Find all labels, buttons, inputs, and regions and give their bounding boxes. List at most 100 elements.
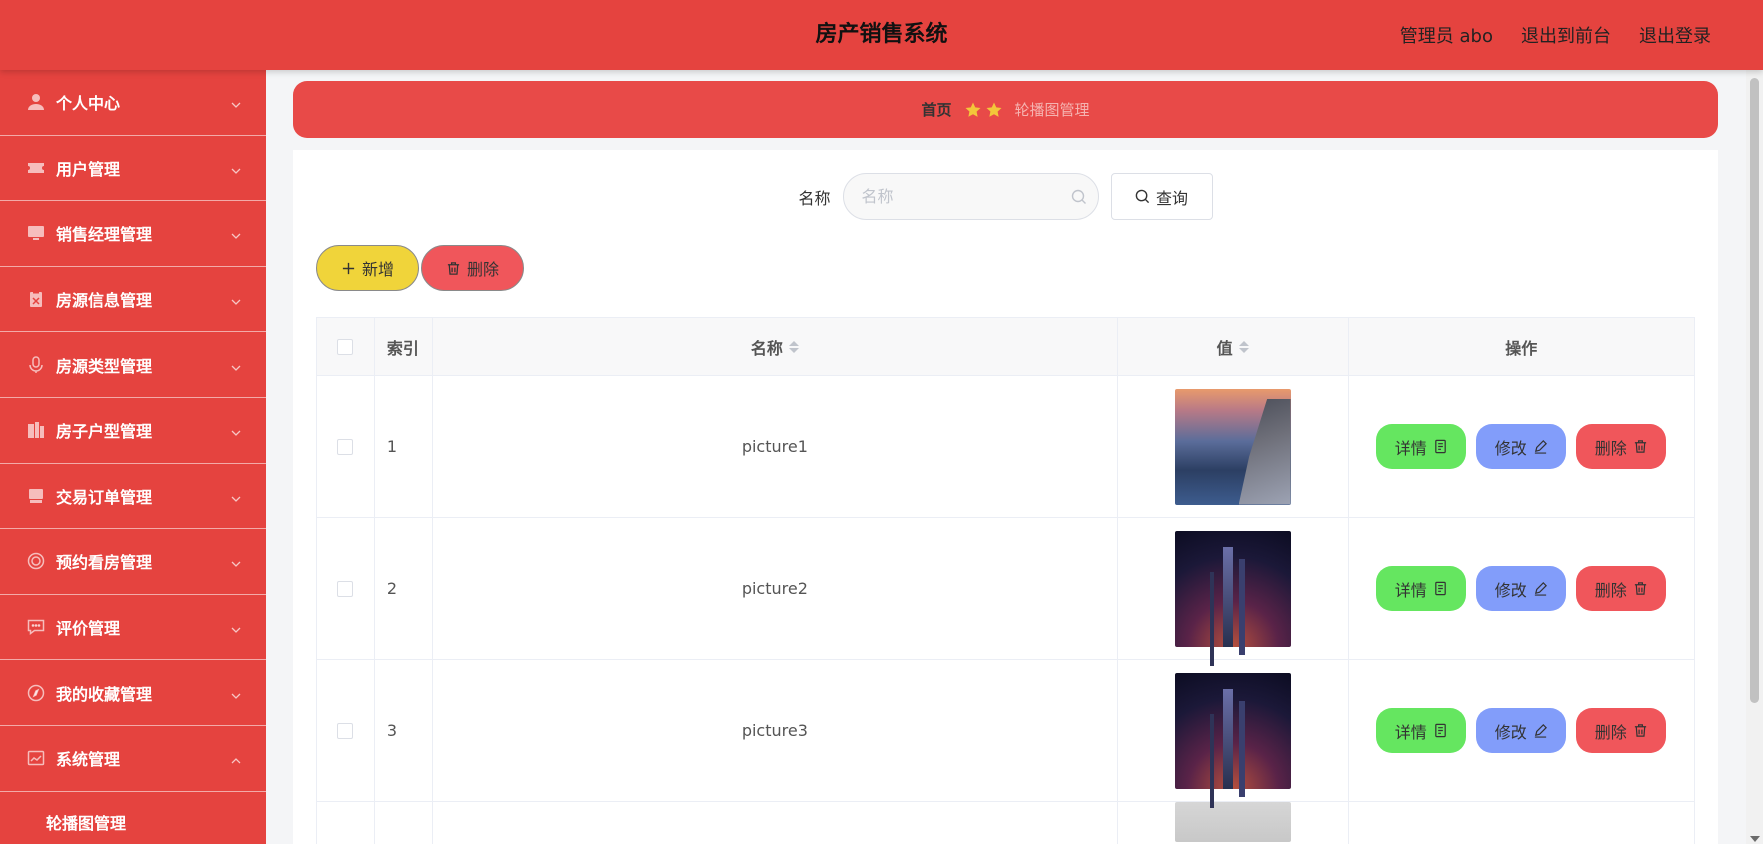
detail-button-label: 详情 bbox=[1394, 580, 1427, 600]
row-index: 1 bbox=[375, 376, 433, 517]
row-ops-cell: 详情 修改 删除 bbox=[1349, 376, 1695, 517]
table-row: 3 picture3 详情 修改 删除 bbox=[317, 660, 1694, 802]
sidebar-item-label: 房源类型管理 bbox=[56, 356, 153, 376]
delete-button[interactable]: 删除 bbox=[1576, 708, 1667, 753]
sidebar-item-viewing-appointment-management[interactable]: 预约看房管理 bbox=[0, 529, 266, 595]
carousel-thumbnail[interactable] bbox=[1174, 388, 1291, 505]
carousel-thumbnail[interactable] bbox=[1174, 801, 1291, 842]
sidebar-item-label: 评价管理 bbox=[56, 619, 121, 639]
detail-button[interactable]: 详情 bbox=[1376, 566, 1467, 611]
sidebar-item-label: 交易订单管理 bbox=[56, 487, 153, 507]
header-actions: 管理员 abo 退出到前台 退出登录 bbox=[1400, 0, 1711, 70]
row-check-cell bbox=[317, 660, 375, 801]
edit-button[interactable]: 修改 bbox=[1476, 708, 1567, 753]
page-scrollbar[interactable] bbox=[1746, 70, 1763, 844]
detail-button-label: 详情 bbox=[1394, 438, 1427, 458]
sidebar-subitem-carousel-management[interactable]: 轮播图管理 bbox=[0, 792, 266, 844]
sidebar-item-user-management[interactable]: 用户管理 bbox=[0, 136, 266, 202]
sidebar-item-favorites-management[interactable]: 我的收藏管理 bbox=[0, 660, 266, 726]
sort-icon[interactable] bbox=[1238, 340, 1249, 353]
row-check-cell bbox=[317, 376, 375, 517]
sort-icon[interactable] bbox=[788, 340, 799, 353]
person-icon bbox=[27, 93, 45, 111]
sidebar-item-house-layout-management[interactable]: 房子户型管理 bbox=[0, 398, 266, 464]
breadcrumb: 首页 轮播图管理 bbox=[293, 81, 1718, 138]
chevron-down-icon bbox=[230, 555, 242, 568]
row-checkbox[interactable] bbox=[337, 580, 354, 597]
star-icon bbox=[965, 102, 980, 117]
back-to-frontend-link[interactable]: 退出到前台 bbox=[1521, 22, 1611, 48]
chevron-down-icon bbox=[230, 621, 242, 633]
search-icon bbox=[1071, 189, 1086, 204]
row-ops-cell bbox=[1349, 802, 1695, 844]
row-checkbox[interactable] bbox=[337, 438, 354, 455]
sidebar-item-review-management[interactable]: 评价管理 bbox=[0, 595, 266, 661]
data-table: 索引 名称 值 操作 1 picture1 详情 修改 删除 2 picture… bbox=[316, 317, 1695, 844]
table-row bbox=[317, 801, 1695, 844]
edit-button[interactable]: 修改 bbox=[1476, 424, 1567, 469]
column-header-value[interactable]: 值 bbox=[1118, 318, 1349, 375]
admin-username[interactable]: 管理员 abo bbox=[1400, 22, 1493, 48]
chevron-up-icon bbox=[230, 752, 242, 764]
breadcrumb-home[interactable]: 首页 bbox=[921, 99, 951, 120]
sidebar-item-listing-type-management[interactable]: 房源类型管理 bbox=[0, 332, 266, 398]
add-button[interactable]: 新增 bbox=[316, 245, 419, 291]
detail-button[interactable]: 详情 bbox=[1376, 424, 1467, 469]
delete-button-label: 删除 bbox=[1594, 580, 1627, 600]
sidebar-item-label: 房源信息管理 bbox=[56, 291, 153, 311]
row-value-cell bbox=[1118, 660, 1349, 801]
sidebar-item-label: 销售经理管理 bbox=[56, 225, 153, 245]
row-ops-cell: 详情 修改 删除 bbox=[1349, 660, 1695, 801]
delete-button[interactable]: 删除 bbox=[1576, 424, 1667, 469]
edit-button[interactable]: 修改 bbox=[1476, 566, 1567, 611]
logout-link[interactable]: 退出登录 bbox=[1639, 22, 1711, 48]
sidebar-item-label: 用户管理 bbox=[56, 159, 121, 179]
document-icon bbox=[1434, 723, 1446, 738]
search-icon bbox=[1135, 189, 1150, 204]
edit-button-label: 修改 bbox=[1494, 438, 1527, 458]
sidebar-item-label: 系统管理 bbox=[56, 750, 121, 770]
row-name: picture3 bbox=[433, 660, 1118, 801]
sidebar-item-personal-center[interactable]: 个人中心 bbox=[0, 70, 266, 136]
row-index: 3 bbox=[375, 660, 433, 801]
sidebar-item-label: 房子户型管理 bbox=[56, 422, 153, 442]
column-header-name[interactable]: 名称 bbox=[433, 318, 1118, 375]
trash-icon bbox=[1634, 582, 1646, 595]
chevron-down-icon bbox=[230, 359, 242, 371]
chevron-down-icon bbox=[230, 490, 242, 502]
row-name bbox=[433, 802, 1118, 844]
scroll-down-arrow-icon[interactable] bbox=[1750, 836, 1760, 842]
scrollbar-thumb[interactable] bbox=[1750, 78, 1759, 703]
trash-icon bbox=[1634, 440, 1646, 453]
row-value-cell bbox=[1118, 376, 1349, 517]
sidebar-item-sales-manager-management[interactable]: 销售经理管理 bbox=[0, 201, 266, 267]
search-input[interactable] bbox=[843, 174, 1098, 219]
batch-delete-button[interactable]: 删除 bbox=[421, 245, 524, 291]
row-index: 2 bbox=[375, 518, 433, 659]
document-icon bbox=[1434, 439, 1446, 454]
delete-button[interactable]: 删除 bbox=[1576, 566, 1667, 611]
sidebar-item-system-management[interactable]: 系统管理 bbox=[0, 726, 266, 792]
toolbar: 新增 删除 bbox=[316, 245, 524, 291]
carousel-thumbnail[interactable] bbox=[1174, 530, 1291, 647]
header-check-cell bbox=[317, 318, 375, 375]
row-name: picture2 bbox=[433, 518, 1118, 659]
row-checkbox[interactable] bbox=[337, 722, 354, 739]
carousel-thumbnail[interactable] bbox=[1174, 672, 1291, 789]
select-all-checkbox[interactable] bbox=[337, 338, 354, 355]
chat-icon bbox=[27, 618, 45, 636]
sidebar-item-order-management[interactable]: 交易订单管理 bbox=[0, 464, 266, 530]
column-header-ops: 操作 bbox=[1505, 338, 1538, 358]
office-building-icon bbox=[27, 421, 45, 439]
sidebar: 个人中心 用户管理 销售经理管理 房源信息管理 房源类型管理 房子户型管理 交易… bbox=[0, 70, 266, 844]
add-button-label: 新增 bbox=[361, 260, 394, 279]
query-button[interactable]: 查询 bbox=[1110, 173, 1213, 220]
search-input-wrapper bbox=[842, 173, 1099, 220]
pencil-icon bbox=[1534, 582, 1547, 596]
chevron-down-icon bbox=[230, 687, 242, 699]
sidebar-item-listing-info-management[interactable]: 房源信息管理 bbox=[0, 267, 266, 333]
detail-button[interactable]: 详情 bbox=[1376, 708, 1467, 753]
edit-button-label: 修改 bbox=[1494, 722, 1527, 742]
chevron-down-icon bbox=[230, 424, 242, 437]
chevron-down-icon bbox=[230, 293, 242, 305]
